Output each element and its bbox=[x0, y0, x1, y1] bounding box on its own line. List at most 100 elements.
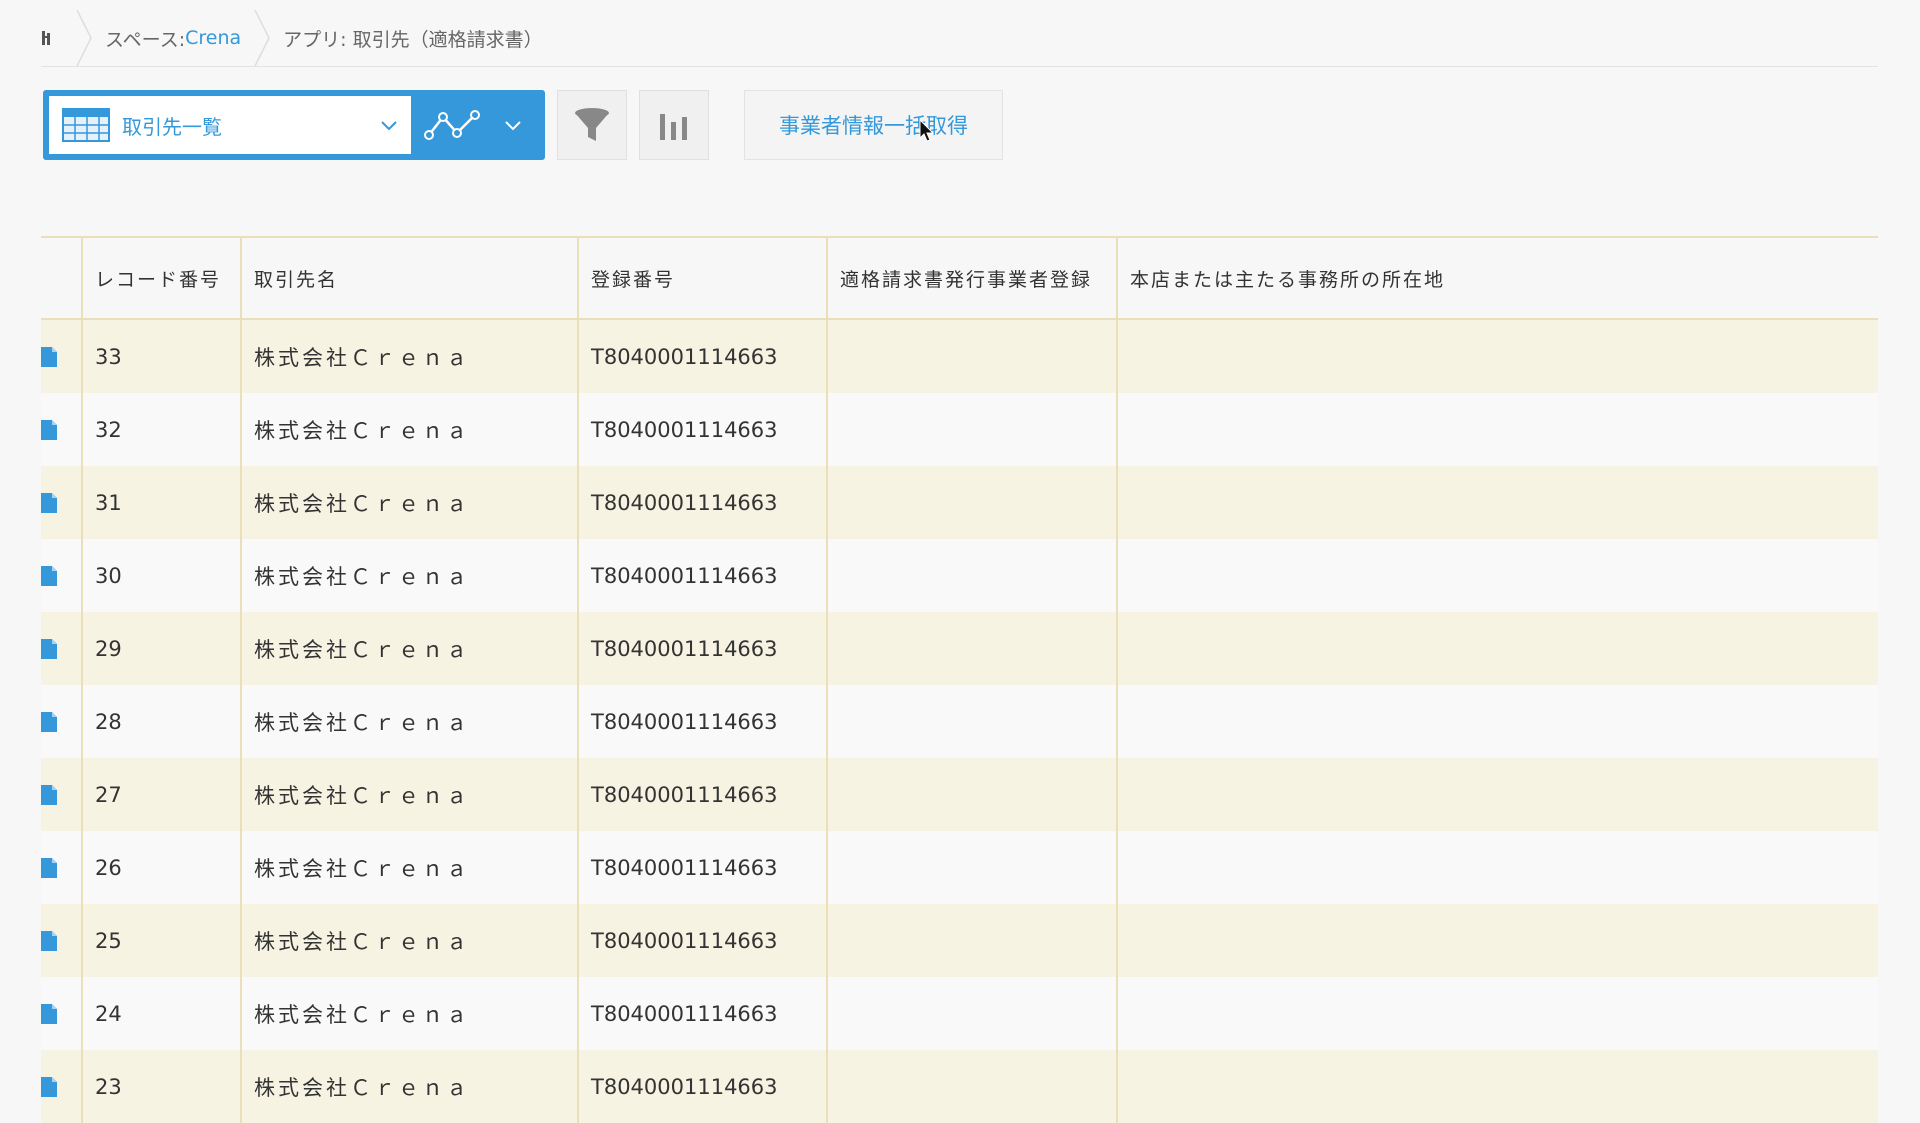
table-row[interactable]: 32 株式会社Ｃｒｅｎａ T8040001114663 bbox=[41, 393, 1878, 466]
record-detail-link[interactable] bbox=[41, 612, 83, 685]
cell-invoice-issuer-registration bbox=[827, 977, 1118, 1050]
cell-record-number: 33 bbox=[82, 319, 242, 393]
table-header-row: レコード番号 取引先名 登録番号 適格請求書発行事業者登録 本店または主たる事務… bbox=[41, 238, 1878, 320]
line-graph-icon bbox=[424, 110, 480, 140]
cell-customer-name: 株式会社Ｃｒｅｎａ bbox=[241, 393, 579, 466]
table-view-icon bbox=[62, 108, 110, 142]
filter-icon bbox=[575, 108, 609, 141]
cell-invoice-issuer-registration bbox=[827, 393, 1118, 466]
graph-dropdown[interactable] bbox=[411, 96, 539, 154]
record-detail-icon bbox=[41, 1003, 57, 1024]
breadcrumb-space[interactable]: スペース: Crena bbox=[105, 10, 241, 66]
cell-head-office-address bbox=[1117, 685, 1878, 758]
cell-record-number: 30 bbox=[82, 539, 242, 612]
chevron-down-icon bbox=[505, 121, 521, 131]
breadcrumb-separator-icon bbox=[254, 10, 271, 66]
toolbar: 取引先一覧 事業者情報一括取得 bbox=[43, 90, 1003, 160]
breadcrumb-app: アプリ: 取引先（適格請求書） bbox=[283, 28, 543, 51]
cell-registration-number: T8040001114663 bbox=[578, 466, 828, 539]
cell-record-number: 29 bbox=[82, 612, 242, 685]
header-invoice-issuer-registration[interactable]: 適格請求書発行事業者登録 bbox=[827, 238, 1118, 320]
record-detail-link[interactable] bbox=[41, 831, 83, 904]
table-body: 33 株式会社Ｃｒｅｎａ T8040001114663 32 株式会社Ｃｒｅｎａ T804… bbox=[41, 319, 1878, 1123]
cell-registration-number: T8040001114663 bbox=[578, 319, 828, 393]
cell-record-number: 24 bbox=[82, 977, 242, 1050]
record-detail-link[interactable] bbox=[41, 685, 83, 758]
record-detail-link[interactable] bbox=[41, 758, 83, 831]
cell-head-office-address bbox=[1117, 831, 1878, 904]
cell-head-office-address bbox=[1117, 466, 1878, 539]
cell-head-office-address bbox=[1117, 393, 1878, 466]
breadcrumb: スペース: Crena アプリ: 取引先（適格請求書） bbox=[41, 10, 1878, 67]
cell-customer-name: 株式会社Ｃｒｅｎａ bbox=[241, 831, 579, 904]
records-table: レコード番号 取引先名 登録番号 適格請求書発行事業者登録 本店または主たる事務… bbox=[41, 236, 1878, 1123]
header-registration-number[interactable]: 登録番号 bbox=[578, 238, 828, 320]
view-selector: 取引先一覧 bbox=[43, 90, 545, 160]
cell-customer-name: 株式会社Ｃｒｅｎａ bbox=[241, 612, 579, 685]
home-icon[interactable] bbox=[41, 10, 63, 66]
cell-customer-name: 株式会社Ｃｒｅｎａ bbox=[241, 466, 579, 539]
record-detail-link[interactable] bbox=[41, 466, 83, 539]
record-detail-link[interactable] bbox=[41, 393, 83, 466]
record-detail-link[interactable] bbox=[41, 539, 83, 612]
view-dropdown[interactable]: 取引先一覧 bbox=[49, 96, 411, 154]
cell-record-number: 27 bbox=[82, 758, 242, 831]
cell-head-office-address bbox=[1117, 1050, 1878, 1123]
record-detail-icon bbox=[41, 638, 57, 659]
record-detail-icon bbox=[41, 419, 57, 440]
table-row[interactable]: 27 株式会社Ｃｒｅｎａ T8040001114663 bbox=[41, 758, 1878, 831]
table-row[interactable]: 28 株式会社Ｃｒｅｎａ T8040001114663 bbox=[41, 685, 1878, 758]
record-detail-icon bbox=[41, 930, 57, 951]
table-row[interactable]: 23 株式会社Ｃｒｅｎａ T8040001114663 bbox=[41, 1050, 1878, 1123]
record-detail-icon bbox=[41, 857, 57, 878]
table-row[interactable]: 29 株式会社Ｃｒｅｎａ T8040001114663 bbox=[41, 612, 1878, 685]
cell-registration-number: T8040001114663 bbox=[578, 393, 828, 466]
bulk-fetch-button[interactable]: 事業者情報一括取得 bbox=[744, 90, 1003, 160]
record-detail-link[interactable] bbox=[41, 319, 83, 393]
cell-record-number: 32 bbox=[82, 393, 242, 466]
cell-customer-name: 株式会社Ｃｒｅｎａ bbox=[241, 319, 579, 393]
cell-customer-name: 株式会社Ｃｒｅｎａ bbox=[241, 977, 579, 1050]
cell-head-office-address bbox=[1117, 758, 1878, 831]
cell-invoice-issuer-registration bbox=[827, 466, 1118, 539]
table-row[interactable]: 31 株式会社Ｃｒｅｎａ T8040001114663 bbox=[41, 466, 1878, 539]
header-customer-name[interactable]: 取引先名 bbox=[241, 238, 579, 320]
header-record-number[interactable]: レコード番号 bbox=[82, 238, 242, 320]
cell-customer-name: 株式会社Ｃｒｅｎａ bbox=[241, 539, 579, 612]
record-detail-icon bbox=[41, 565, 57, 586]
cell-customer-name: 株式会社Ｃｒｅｎａ bbox=[241, 758, 579, 831]
table-row[interactable]: 30 株式会社Ｃｒｅｎａ T8040001114663 bbox=[41, 539, 1878, 612]
cell-registration-number: T8040001114663 bbox=[578, 758, 828, 831]
cell-head-office-address bbox=[1117, 612, 1878, 685]
mouse-cursor-icon bbox=[919, 119, 935, 142]
cell-invoice-issuer-registration bbox=[827, 685, 1118, 758]
breadcrumb-separator-icon bbox=[76, 10, 92, 66]
graph-button[interactable] bbox=[639, 90, 709, 160]
record-detail-link[interactable] bbox=[41, 1050, 83, 1123]
record-detail-icon bbox=[41, 346, 57, 367]
cell-registration-number: T8040001114663 bbox=[578, 977, 828, 1050]
table-row[interactable]: 24 株式会社Ｃｒｅｎａ T8040001114663 bbox=[41, 977, 1878, 1050]
cell-invoice-issuer-registration bbox=[827, 904, 1118, 977]
table-row[interactable]: 26 株式会社Ｃｒｅｎａ T8040001114663 bbox=[41, 831, 1878, 904]
filter-button[interactable] bbox=[557, 90, 627, 160]
cell-head-office-address bbox=[1117, 319, 1878, 393]
cell-invoice-issuer-registration bbox=[827, 831, 1118, 904]
header-head-office-address[interactable]: 本店または主たる事務所の所在地 bbox=[1117, 238, 1878, 320]
cell-record-number: 25 bbox=[82, 904, 242, 977]
record-detail-link[interactable] bbox=[41, 977, 83, 1050]
bar-chart-icon bbox=[660, 114, 687, 140]
breadcrumb-space-link[interactable]: Crena bbox=[185, 27, 241, 49]
record-detail-icon bbox=[41, 492, 57, 513]
record-detail-link[interactable] bbox=[41, 904, 83, 977]
cell-head-office-address bbox=[1117, 977, 1878, 1050]
table-row[interactable]: 33 株式会社Ｃｒｅｎａ T8040001114663 bbox=[41, 319, 1878, 393]
cell-record-number: 26 bbox=[82, 831, 242, 904]
cell-registration-number: T8040001114663 bbox=[578, 612, 828, 685]
cell-head-office-address bbox=[1117, 539, 1878, 612]
view-name: 取引先一覧 bbox=[122, 114, 222, 139]
cell-invoice-issuer-registration bbox=[827, 539, 1118, 612]
cell-invoice-issuer-registration bbox=[827, 758, 1118, 831]
table-row[interactable]: 25 株式会社Ｃｒｅｎａ T8040001114663 bbox=[41, 904, 1878, 977]
cell-head-office-address bbox=[1117, 904, 1878, 977]
